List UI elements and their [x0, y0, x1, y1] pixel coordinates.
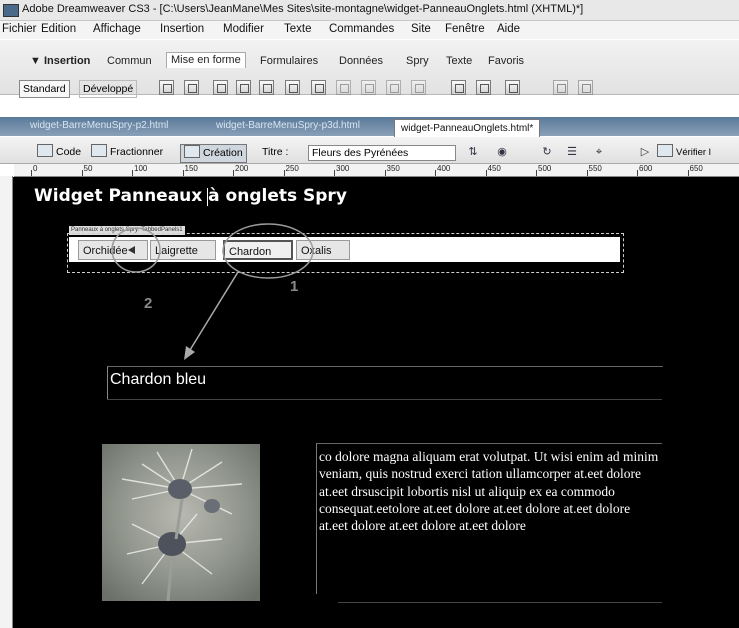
mouse-pointer-icon	[128, 246, 135, 254]
content-title: Chardon bleu	[110, 371, 207, 388]
callout-number-2: 2	[144, 295, 153, 312]
callout-arrow-head	[184, 346, 195, 360]
divider	[107, 399, 662, 400]
thistle-flower-photo[interactable]	[102, 444, 260, 601]
content-title-box[interactable]: Chardon bleu	[107, 366, 663, 400]
callout-circle-1	[222, 223, 314, 279]
callout-number-1: 1	[290, 278, 299, 295]
panel-body-text: co dolore magna aliquam erat volutpat. U…	[319, 449, 659, 534]
callout-arrow-line	[189, 271, 239, 351]
panel-body-text-box[interactable]: co dolore magna aliquam erat volutpat. U…	[316, 443, 662, 594]
divider	[338, 602, 662, 603]
callout-circle-2	[111, 227, 161, 273]
